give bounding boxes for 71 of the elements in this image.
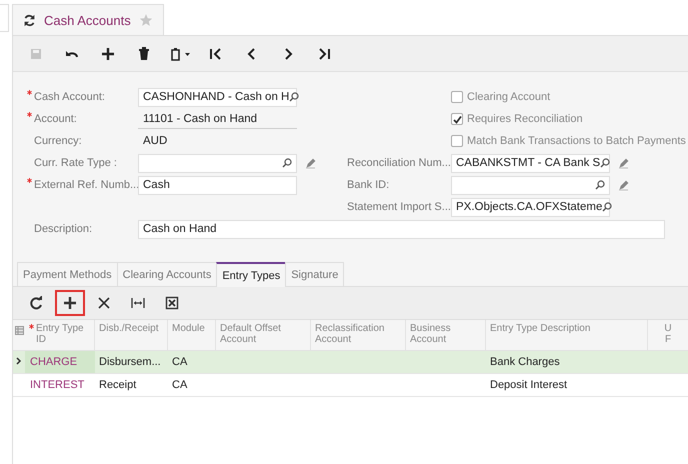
field-label: Bank ID:: [347, 179, 390, 191]
checkbox-label: Clearing Account: [467, 91, 550, 103]
close-icon: [97, 296, 111, 310]
column-header[interactable]: Module: [168, 320, 216, 350]
column-header[interactable]: Reclassification Account: [311, 320, 406, 350]
lookup-field[interactable]: CASHONHAND - Cash on H: [138, 88, 297, 106]
tab[interactable]: Signature: [285, 262, 344, 286]
column-header[interactable]: Entry Type ID: [25, 320, 95, 350]
star-icon[interactable]: [138, 13, 153, 27]
side-field: [0, 4, 9, 32]
plus-icon: [63, 296, 77, 310]
field-value: 11101 - Cash on Hand: [138, 110, 297, 128]
field-value: AUD: [142, 134, 168, 148]
field-label: Statement Import S...: [347, 201, 451, 213]
search-icon[interactable]: [282, 158, 292, 168]
tab[interactable]: Entry Types: [216, 262, 286, 287]
pencil-icon[interactable]: [305, 158, 316, 168]
save-icon: [29, 46, 43, 60]
entry-type-link[interactable]: INTEREST: [30, 379, 84, 391]
checkbox[interactable]: [451, 135, 463, 147]
lookup-field[interactable]: CABANKSTMT - CA Bank S: [451, 154, 610, 172]
first-icon: [209, 46, 223, 60]
column-header[interactable]: Disb./Receipt: [95, 320, 168, 350]
search-icon[interactable]: [602, 202, 612, 212]
checkbox-label: Match Bank Transactions to Batch Payments: [467, 135, 686, 147]
table-cell: CA: [172, 356, 188, 368]
fit-columns-icon: [131, 296, 145, 310]
plus-icon: [101, 46, 115, 60]
checkbox-label: Requires Reconciliation: [467, 113, 583, 125]
search-icon[interactable]: [595, 180, 605, 190]
screen-tab[interactable]: Cash Accounts: [12, 4, 164, 35]
search-icon[interactable]: [289, 92, 300, 102]
input-field[interactable]: Cash on Hand: [138, 220, 665, 238]
add-row-button[interactable]: [55, 290, 85, 316]
column-header[interactable]: Default Offset Account: [216, 320, 311, 350]
checkbox[interactable]: [451, 113, 463, 125]
lookup-field[interactable]: [451, 176, 610, 194]
table-cell: Disbursem...: [99, 356, 161, 368]
field-label: Curr. Rate Type :: [34, 157, 118, 169]
table-cell: Bank Charges: [490, 356, 560, 368]
refresh-icon[interactable]: [23, 14, 36, 26]
trash-icon: [137, 46, 151, 60]
field-label: Reconciliation Num...: [347, 157, 451, 169]
column-header[interactable]: Business Account: [406, 320, 486, 350]
column-header[interactable]: U F: [648, 320, 688, 350]
field-label: Cash Account:: [34, 91, 106, 103]
field-label: Account:: [34, 113, 78, 125]
search-icon[interactable]: [600, 158, 610, 168]
checkbox[interactable]: [451, 91, 463, 103]
tab[interactable]: Payment Methods: [17, 262, 118, 286]
pencil-icon[interactable]: [618, 180, 629, 190]
field-label: Description:: [34, 223, 94, 235]
clipboard-icon: [169, 46, 191, 60]
table-cell: Receipt: [99, 379, 136, 391]
refresh-icon: [29, 296, 43, 310]
table-row[interactable]: CHARGE Disbursem... CA Bank Charges: [13, 351, 688, 374]
field-label: Currency:: [34, 135, 83, 147]
table-row[interactable]: INTEREST Receipt CA Deposit Interest: [13, 374, 688, 397]
lookup-field[interactable]: [138, 154, 297, 172]
table-cell: Deposit Interest: [490, 379, 568, 391]
excel-icon: [165, 296, 179, 310]
screen-title: Cash Accounts: [44, 12, 131, 28]
table-cell: CA: [172, 379, 188, 391]
column-settings-icon[interactable]: [14, 326, 24, 335]
current-row-icon: [16, 357, 22, 365]
pencil-icon[interactable]: [618, 158, 629, 168]
column-header[interactable]: Entry Type Description: [486, 320, 648, 350]
input-field[interactable]: Cash: [138, 176, 297, 194]
lookup-field[interactable]: PX.Objects.CA.OFXStateme: [451, 198, 610, 216]
last-icon: [317, 46, 331, 60]
field-label: External Ref. Numb...: [34, 179, 138, 191]
